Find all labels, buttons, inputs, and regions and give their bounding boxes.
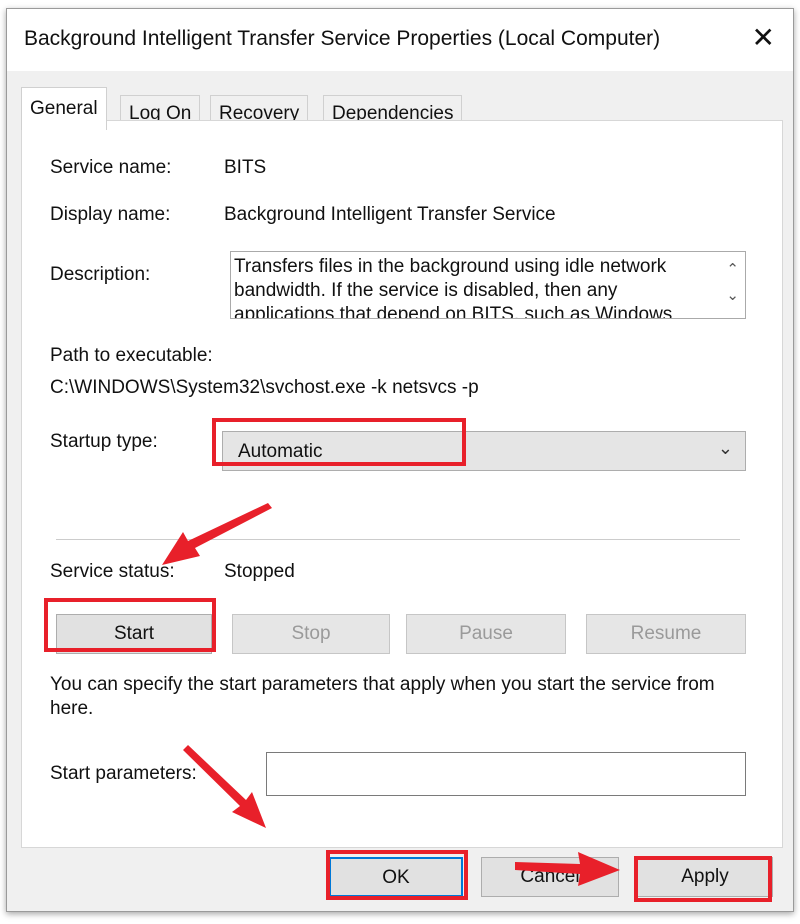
- close-icon[interactable]: ✕: [752, 21, 775, 54]
- properties-dialog: Background Intelligent Transfer Service …: [6, 8, 794, 912]
- description-text: Transfers files in the background using …: [234, 256, 673, 319]
- general-panel: Service name: BITS Display name: Backgro…: [21, 120, 783, 848]
- apply-button[interactable]: Apply: [637, 857, 773, 897]
- service-name-label: Service name:: [50, 157, 172, 178]
- resume-button[interactable]: Resume: [586, 614, 746, 654]
- startup-type-label: Startup type:: [50, 431, 158, 452]
- start-parameters-label: Start parameters:: [50, 763, 197, 784]
- path-value: C:\WINDOWS\System32\svchost.exe -k netsv…: [50, 377, 479, 398]
- title-bar: Background Intelligent Transfer Service …: [7, 9, 793, 71]
- stop-button[interactable]: Stop: [232, 614, 390, 654]
- startup-type-value: Automatic: [238, 441, 323, 462]
- divider: [56, 539, 740, 540]
- startup-type-select[interactable]: Automatic ⌄: [222, 431, 746, 471]
- service-status-value: Stopped: [224, 561, 295, 582]
- chevron-down-icon: ⌄: [717, 438, 733, 458]
- cancel-button[interactable]: Cancel: [481, 857, 619, 897]
- pause-button[interactable]: Pause: [406, 614, 566, 654]
- start-button[interactable]: Start: [56, 614, 212, 654]
- tab-general[interactable]: General: [21, 87, 107, 130]
- start-params-hint: You can specify the start parameters tha…: [50, 674, 715, 719]
- scroll-up-icon[interactable]: ⌃: [726, 260, 739, 278]
- ok-button[interactable]: OK: [329, 857, 463, 897]
- service-name-value: BITS: [224, 157, 267, 178]
- display-name-label: Display name:: [50, 204, 171, 225]
- start-parameters-input[interactable]: [266, 752, 746, 796]
- display-name-value: Background Intelligent Transfer Service: [224, 204, 556, 225]
- window-title: Background Intelligent Transfer Service …: [24, 27, 661, 50]
- scroll-down-icon[interactable]: ⌄: [726, 286, 739, 304]
- description-label: Description:: [50, 264, 151, 285]
- service-status-label: Service status:: [50, 561, 175, 582]
- path-label: Path to executable:: [50, 345, 213, 366]
- description-box[interactable]: Transfers files in the background using …: [230, 251, 746, 319]
